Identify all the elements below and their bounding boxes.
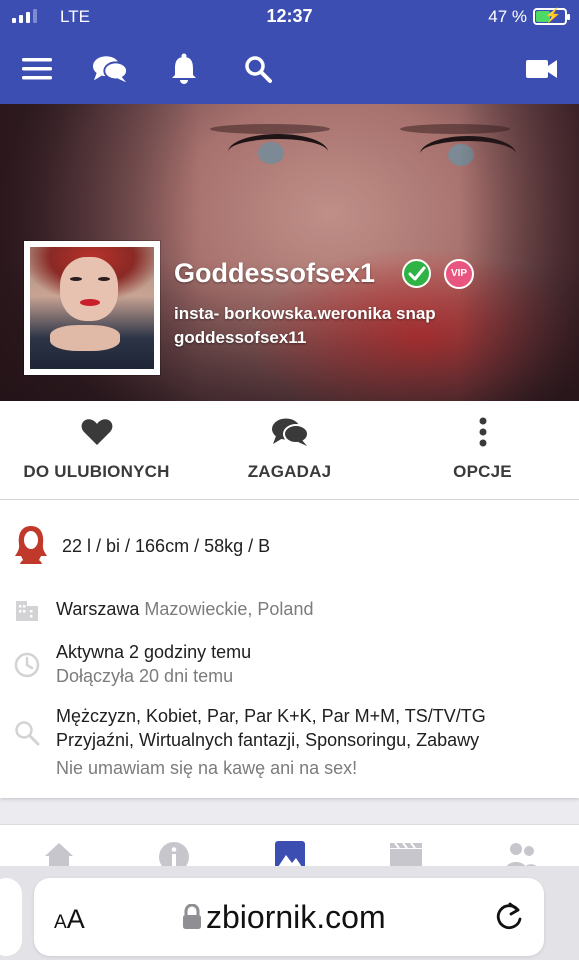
add-to-favorites-button[interactable]: DO ULUBIONYCH [0,401,193,500]
url-text[interactable]: zbiornik.com [206,899,386,936]
profile-name: Goddessofsex1 [174,258,376,288]
reload-icon[interactable] [494,900,524,937]
building-icon [14,597,40,626]
search-icon [14,720,40,751]
looking-for-purposes: Przyjaźni, Wirtualnych fantazji, Sponsor… [56,730,480,750]
profile-note: Nie umawiam się na kawę ani na sex! [56,758,358,778]
battery-percentage: 47 % [488,7,527,26]
options-button[interactable]: OPCJE [386,401,579,500]
vip-badge: VIP [444,259,474,289]
chat-icon [271,416,309,448]
status-bar: LTE 12:37 47 % ⚡ [0,0,579,34]
bio-line: goddessofsex11 [174,328,307,347]
city: Warszawa [56,599,140,619]
previous-tab-card[interactable] [0,878,22,956]
address-bar[interactable]: AA zbiornik.com [34,878,544,956]
joined-date: Dołączyła 20 dni temu [56,666,234,686]
video-call-icon[interactable] [524,52,560,86]
region: Mazowieckie, Poland [144,599,314,619]
looking-for-genders: Mężczyzn, Kobiet, Par, Par K+K, Par M+M,… [56,706,486,726]
last-active: Aktywna 2 godziny temu [56,642,252,662]
profile-bio: insta- borkowska.weronika snap goddessof… [174,302,484,350]
notifications-icon[interactable] [166,52,202,86]
profile-actions: DO ULUBIONYCH ZAGADAJ OPCJE [0,401,579,500]
woman-icon [12,524,50,569]
action-label: DO ULUBIONYCH [23,462,170,481]
bio-line: insta- borkowska.weronika snap [174,304,436,323]
browser-toolbar: AA zbiornik.com [0,866,579,960]
menu-icon[interactable] [19,52,55,86]
profile-avatar[interactable] [24,241,160,375]
battery-icon: ⚡ [533,7,570,25]
start-chat-button[interactable]: ZAGADAJ [193,401,386,500]
verified-icon [402,259,431,288]
text-size-button[interactable]: AA [54,904,85,935]
action-label: ZAGADAJ [247,462,332,481]
search-icon[interactable] [240,52,276,86]
stats-text: 22 l / bi / 166cm / 58kg / B [62,536,271,556]
more-vertical-icon [479,416,487,448]
messages-icon[interactable] [92,52,128,86]
lock-icon [182,903,202,935]
profile-details: 22 l / bi / 166cm / 58kg / B Warszawa Ma… [0,500,579,798]
heart-icon [81,416,113,448]
clock-icon [14,652,40,683]
action-label: OPCJE [453,462,512,481]
top-navigation [0,34,579,104]
